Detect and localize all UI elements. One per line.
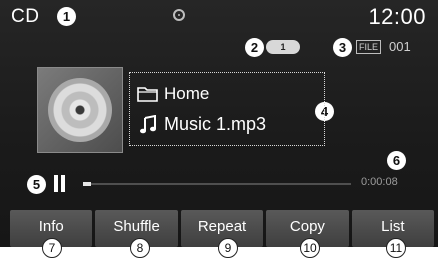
file-number: 001 (389, 39, 411, 54)
callout-5: 5 (27, 175, 46, 194)
music-note-icon (137, 114, 159, 135)
disc-status-icon (173, 9, 185, 21)
callout-11: 11 (386, 238, 406, 258)
folder-name: Home (164, 84, 210, 103)
callout-7: 7 (42, 238, 62, 258)
repeat-mode-value: 1 (280, 42, 286, 52)
track-name: Music 1.mp3 (164, 114, 267, 134)
folder-row: Home (137, 84, 209, 104)
cd-disc-icon (48, 78, 112, 142)
track-row: Music 1.mp3 (137, 114, 266, 135)
callout-8: 8 (130, 238, 150, 258)
cd-player-screen: CD 12:00 1 2 3 4 5 6 1 FILE 001 Home Mus… (0, 0, 438, 247)
source-label: CD (11, 6, 40, 27)
callout-3: 3 (333, 38, 352, 57)
callout-6: 6 (387, 151, 406, 170)
callout-10: 10 (300, 238, 320, 258)
progress-fill (83, 182, 91, 186)
file-badge: FILE (356, 40, 382, 54)
callout-1: 1 (57, 7, 76, 26)
folder-icon (137, 84, 159, 104)
pause-icon[interactable] (54, 175, 66, 192)
clock: 12:00 (368, 4, 426, 29)
callout-9: 9 (218, 238, 238, 258)
progress-bar[interactable] (83, 182, 351, 186)
album-art (37, 67, 123, 153)
repeat-mode-icon: 1 (266, 40, 300, 54)
elapsed-time: 0:00:08 (361, 176, 398, 188)
callout-2: 2 (245, 38, 264, 57)
